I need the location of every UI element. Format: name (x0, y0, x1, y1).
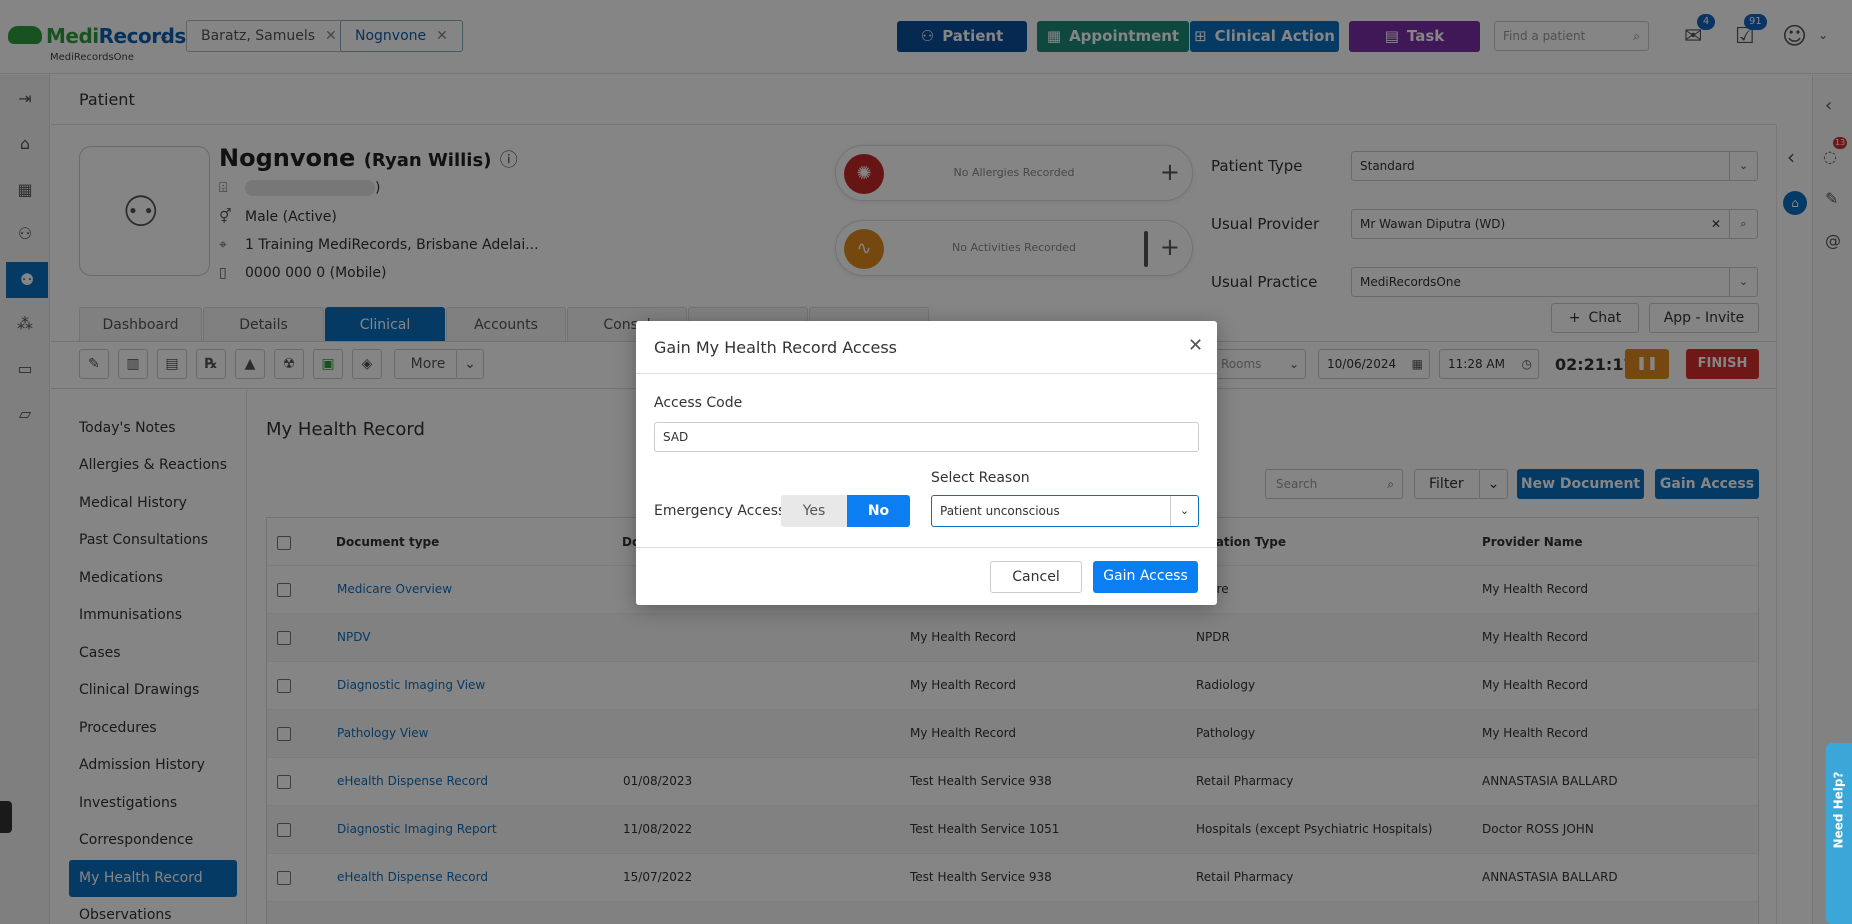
gain-access-modal: Gain My Health Record Access ✕ Access Co… (636, 321, 1217, 605)
modal-gain-access-button[interactable]: Gain Access (1093, 561, 1198, 593)
access-code-input[interactable]: SAD (654, 422, 1199, 452)
emergency-yes-toggle[interactable]: Yes (781, 495, 847, 527)
modal-title: Gain My Health Record Access (654, 338, 897, 357)
access-code-label: Access Code (654, 395, 743, 411)
need-help-tab[interactable]: Need Help? (1826, 743, 1852, 924)
emergency-no-toggle[interactable]: No (847, 495, 910, 527)
emergency-access-label: Emergency Access (654, 503, 786, 519)
modal-divider (636, 373, 1217, 374)
chevron-down-icon[interactable]: ⌄ (1170, 496, 1198, 526)
reason-select[interactable]: Patient unconscious ⌄ (931, 495, 1199, 527)
select-reason-label: Select Reason (931, 470, 1030, 486)
cancel-button[interactable]: Cancel (990, 561, 1082, 593)
modal-divider (636, 547, 1217, 548)
close-icon[interactable]: ✕ (1188, 335, 1203, 356)
